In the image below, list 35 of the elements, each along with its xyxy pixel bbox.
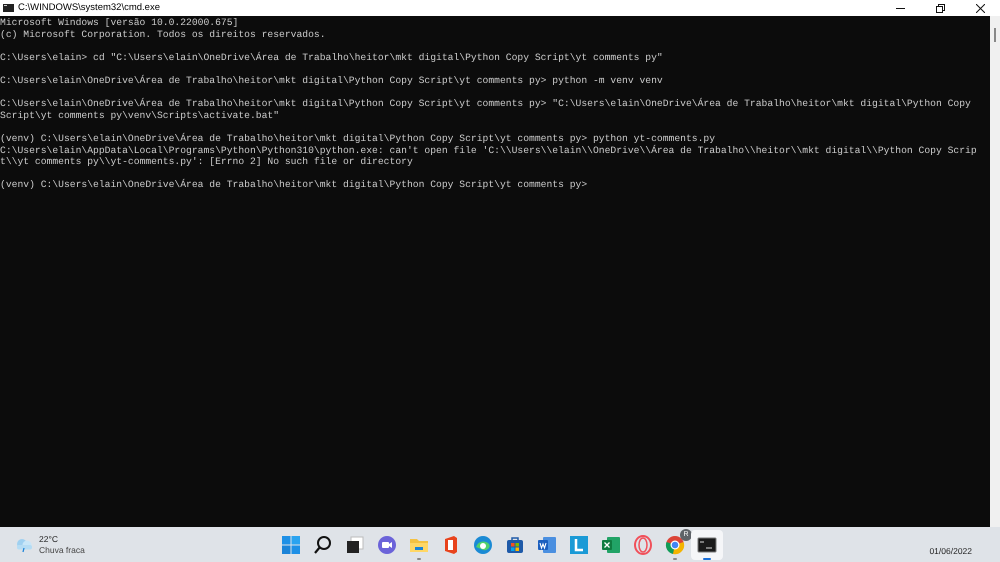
console-line: (c) Microsoft Corporation. Todos os direitos reservados. [0,28,326,40]
console-line: Microsoft Windows [versão 10.0.22000.675] [0,17,238,29]
spreadsheet-icon [601,534,621,554]
console-line: C:\Users\elain\OneDrive\Área de Trabalho\heitor\mkt digital\Python Copy Script\yt comments py> "C:\Users\elain\OneDrive\Área de Trabalho\heitor\mkt digital\Python Copy [0,98,971,110]
console-app-icon [3,4,14,12]
video-chat-icon [377,534,397,554]
browser-icon [665,534,685,554]
close-icon [976,4,984,12]
running-indicator [673,558,677,560]
running-indicator [417,558,421,560]
rain-cloud-icon [14,536,34,552]
console-line: t\\yt comments py\\yt-comments.py': [Errno 2] No such file or directory [0,156,413,168]
terminal-icon [697,534,717,554]
restore-icon [936,4,944,12]
task-view-icon [345,534,365,554]
windows-logo-icon [281,534,301,554]
weather-condition: Chuva fraca [39,544,85,556]
console-line: C:\Users\elain\OneDrive\Área de Trabalho\heitor\mkt digital\Python Copy Script\yt comments py> python -m venv venv [0,74,663,87]
clock-date: 01/06/2022 [929,545,972,558]
tile-icon [569,534,589,554]
console-line: (venv) C:\Users\elain\OneDrive\Área de Trabalho\heitor\mkt digital\Python Copy Script\yt comments py> python yt-comments.py [0,132,716,144]
console-line: Script\yt comments py\venv\Scripts\activate.bat" [0,110,280,122]
console-line: (venv) C:\Users\elain\OneDrive\Área de Trabalho\heitor\mkt digital\Python Copy Script\yt comments py> [0,179,588,191]
search-icon [313,534,333,554]
browser-wave-icon [473,534,493,554]
window-title: C:\WINDOWS\system32\cmd.exe [18,0,160,15]
ring-icon [633,534,653,554]
taskbar-app[interactable] [691,530,723,560]
console-line: C:\Users\elain> cd "C:\Users\elain\OneDrive\Área de Trabalho\heitor\mkt digital\Python Copy Script\yt comments py" [0,52,663,64]
running-indicator [703,558,711,560]
weather-temperature: 22°C [39,534,59,544]
console-line: C:\Users\elain\AppData\Local\Programs\Python\Python310\python.exe: can't open file 'C:\\Users\\elain\\OneDrive\\Área de Trabalho\\heitor\\mkt digital\\Python Copy Scrip [0,144,977,156]
scrollbar-thumb[interactable] [994,28,996,42]
document-icon [537,534,557,554]
shopping-bag-icon [505,534,525,554]
